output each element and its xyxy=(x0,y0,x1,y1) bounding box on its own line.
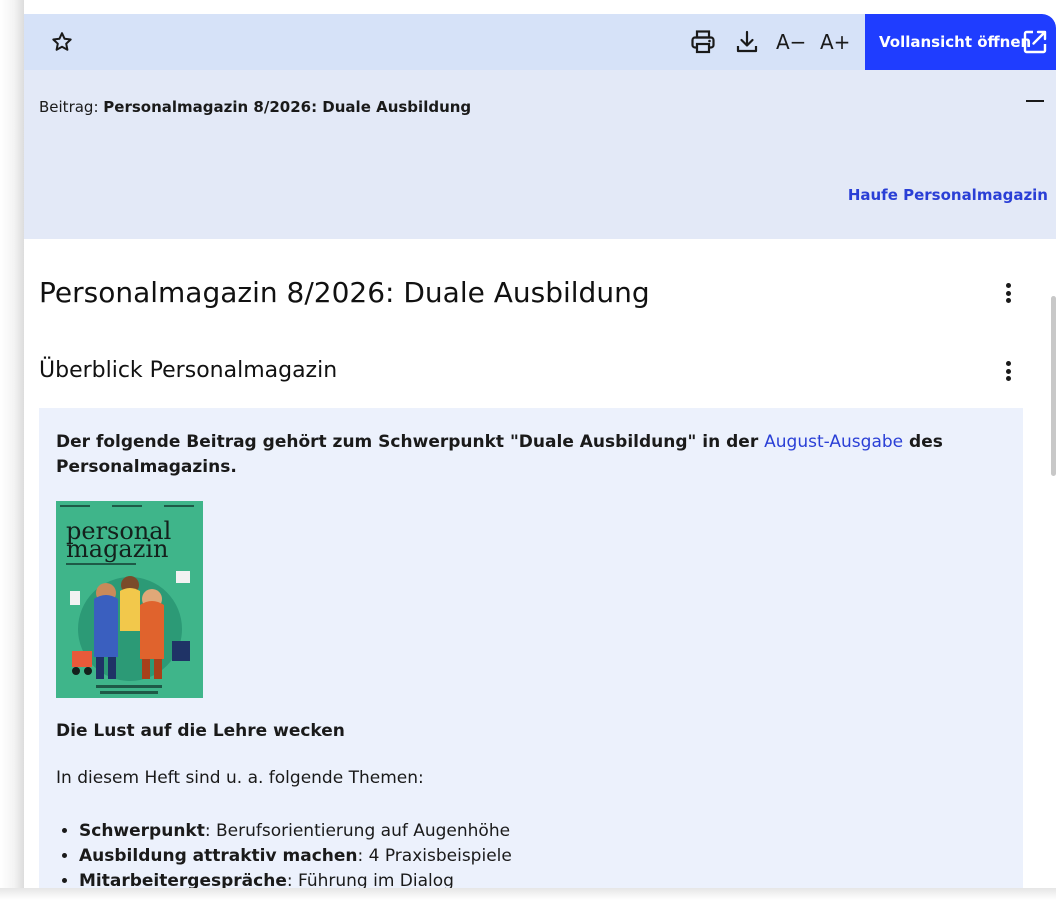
external-link-icon xyxy=(1020,27,1050,61)
printer-icon[interactable] xyxy=(687,26,719,58)
page-shadow-bottom xyxy=(0,888,1056,900)
topic-title: Ausbildung attraktiv machen xyxy=(79,846,358,866)
magazine-cover-image[interactable]: personal magazin xyxy=(56,501,203,698)
lead-text: In diesem Heft sind u. a. folgende Theme… xyxy=(56,768,424,788)
page-title: Personalmagazin 8/2026: Duale Ausbildung xyxy=(39,276,650,309)
intro-text: Der folgende Beitrag gehört zum Schwerpu… xyxy=(56,430,996,480)
list-item: Mitarbeitergespräche: Führung im Dialog xyxy=(79,869,512,888)
topic-title: Mitarbeitergespräche xyxy=(79,871,287,888)
document-panel: A− A+ Vollansicht öffnen Beitrag: Person… xyxy=(24,14,1056,888)
intro-text-part: Der folgende Beitrag gehört zum Schwerpu… xyxy=(56,432,765,452)
article-content: Der folgende Beitrag gehört zum Schwerpu… xyxy=(39,408,1023,888)
document-toolbar: A− A+ Vollansicht öffnen xyxy=(24,14,1056,70)
section-title: Überblick Personalmagazin xyxy=(39,358,338,383)
kebab-menu-icon[interactable] xyxy=(996,279,1020,307)
topics-list: Schwerpunkt: Berufsorientierung auf Auge… xyxy=(79,819,512,888)
breadcrumb-value: Personalmagazin 8/2026: Duale Ausbildung xyxy=(103,98,472,116)
breadcrumb-label: Beitrag: xyxy=(39,98,99,116)
august-issue-link[interactable]: August-Ausgabe xyxy=(764,432,903,452)
open-full-view-button[interactable]: Vollansicht öffnen xyxy=(865,14,1056,70)
page-shadow xyxy=(0,0,24,900)
list-item: Ausbildung attraktiv machen: 4 Praxisbei… xyxy=(79,844,512,869)
scrollbar[interactable] xyxy=(1051,296,1056,476)
document-meta: Beitrag: Personalmagazin 8/2026: Duale A… xyxy=(24,70,1056,239)
topic-description: : 4 Praxisbeispiele xyxy=(357,846,512,866)
topic-description: : Berufsorientierung auf Augenhöhe xyxy=(204,821,511,841)
font-decrease-button[interactable]: A− xyxy=(776,27,806,57)
list-item: Schwerpunkt: Berufsorientierung auf Auge… xyxy=(79,819,512,844)
font-increase-button[interactable]: A+ xyxy=(820,27,850,57)
open-full-view-label: Vollansicht öffnen xyxy=(879,33,1032,51)
topic-title: Schwerpunkt xyxy=(79,821,205,841)
cover-brand-line2: magazin xyxy=(66,535,169,563)
star-icon[interactable] xyxy=(46,26,78,58)
source-link[interactable]: Haufe Personalmagazin xyxy=(848,186,1048,204)
minus-icon[interactable] xyxy=(1026,100,1044,102)
download-icon[interactable] xyxy=(731,26,763,58)
breadcrumb: Beitrag: Personalmagazin 8/2026: Duale A… xyxy=(39,98,471,116)
subheading: Die Lust auf die Lehre wecken xyxy=(56,721,345,741)
topic-description: : Führung im Dialog xyxy=(286,871,454,888)
kebab-menu-icon[interactable] xyxy=(996,357,1020,385)
